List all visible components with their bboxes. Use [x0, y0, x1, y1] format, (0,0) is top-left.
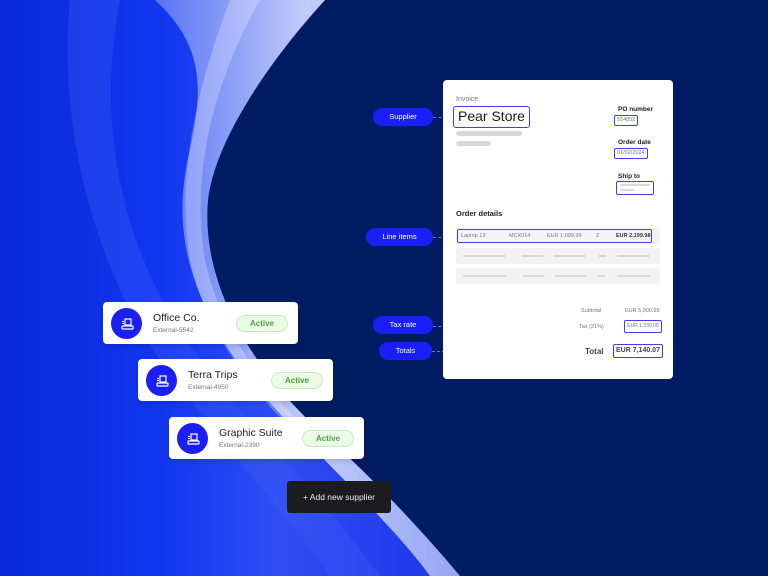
placeholder-bar [463, 275, 506, 277]
invoice-card: Invoice Pear Store PO number 554852 Orde… [443, 80, 673, 379]
address-placeholder [456, 141, 491, 146]
tax-label: Tax (21%) [579, 324, 604, 330]
ship-to-placeholder [620, 189, 635, 191]
building-icon [155, 374, 169, 387]
supplier-avatar [146, 365, 177, 396]
order-date-label: Order date [618, 139, 651, 146]
supplier-card[interactable]: Graphic Suite External-2390 Active [169, 417, 364, 459]
placeholder-bar [598, 255, 606, 257]
supplier-card[interactable]: Office Co. External-5542 Active [103, 302, 298, 344]
order-details-heading: Order details [456, 209, 503, 218]
add-new-supplier-button[interactable]: + Add new supplier [287, 481, 391, 513]
status-badge: Active [271, 372, 323, 389]
line-items-annotation: Line items [366, 228, 433, 246]
building-icon [186, 432, 200, 445]
line-item-unit-price: EUR 1,099.99 [547, 233, 582, 239]
subtotal-value: EUR 5,900.98 [625, 308, 660, 314]
order-date-value: 01/02/2024 [614, 148, 648, 159]
placeholder-bar [617, 255, 650, 257]
building-icon [120, 317, 134, 330]
placeholder-bar [554, 255, 586, 257]
tax-value: EUR 1,239.09 [624, 320, 662, 333]
placeholder-bar [617, 275, 650, 277]
subtotal-label: Subtotal [581, 308, 602, 314]
supplier-name: Terra Trips [188, 369, 238, 381]
total-label: Total [585, 347, 604, 356]
line-item-total: EUR 2,199.98 [616, 233, 651, 239]
address-placeholder [456, 131, 522, 136]
total-value: EUR 7,140.07 [613, 344, 663, 358]
placeholder-bar [598, 275, 606, 277]
line-item-sku: MCX014 [509, 233, 531, 239]
supplier-annotation: Supplier [373, 108, 433, 126]
totals-annotation: Totals [379, 342, 432, 360]
ship-to-label: Ship to [618, 173, 641, 180]
line-item-qty: 2 [596, 233, 600, 239]
placeholder-bar [522, 255, 544, 257]
ship-to-value [616, 181, 654, 195]
ship-to-placeholder [620, 184, 650, 186]
supplier-id: External-4950 [188, 384, 229, 391]
invoice-label: Invoice [456, 96, 479, 103]
status-badge: Active [236, 315, 288, 332]
tax-rate-annotation: Tax rate [373, 316, 433, 334]
supplier-id: External-5542 [153, 327, 194, 334]
supplier-avatar [111, 308, 142, 339]
supplier-avatar [177, 423, 208, 454]
supplier-name: Office Co. [153, 312, 200, 324]
line-item-name: Laptop 13' [461, 233, 487, 239]
store-name: Pear Store [453, 106, 530, 128]
supplier-card[interactable]: Terra Trips External-4950 Active [138, 359, 333, 401]
placeholder-bar [463, 255, 506, 257]
po-number-value: 554852 [614, 115, 639, 126]
line-item-row-placeholder [456, 268, 660, 284]
po-number-label: PO number [618, 106, 654, 113]
supplier-id: External-2390 [219, 442, 260, 449]
line-item-row: Laptop 13' MCX014 EUR 1,099.99 2 EUR 2,1… [457, 229, 652, 243]
line-item-row-placeholder [456, 248, 660, 264]
placeholder-bar [554, 275, 586, 277]
placeholder-bar [522, 275, 544, 277]
status-badge: Active [302, 430, 354, 447]
supplier-name: Graphic Suite [219, 427, 283, 439]
